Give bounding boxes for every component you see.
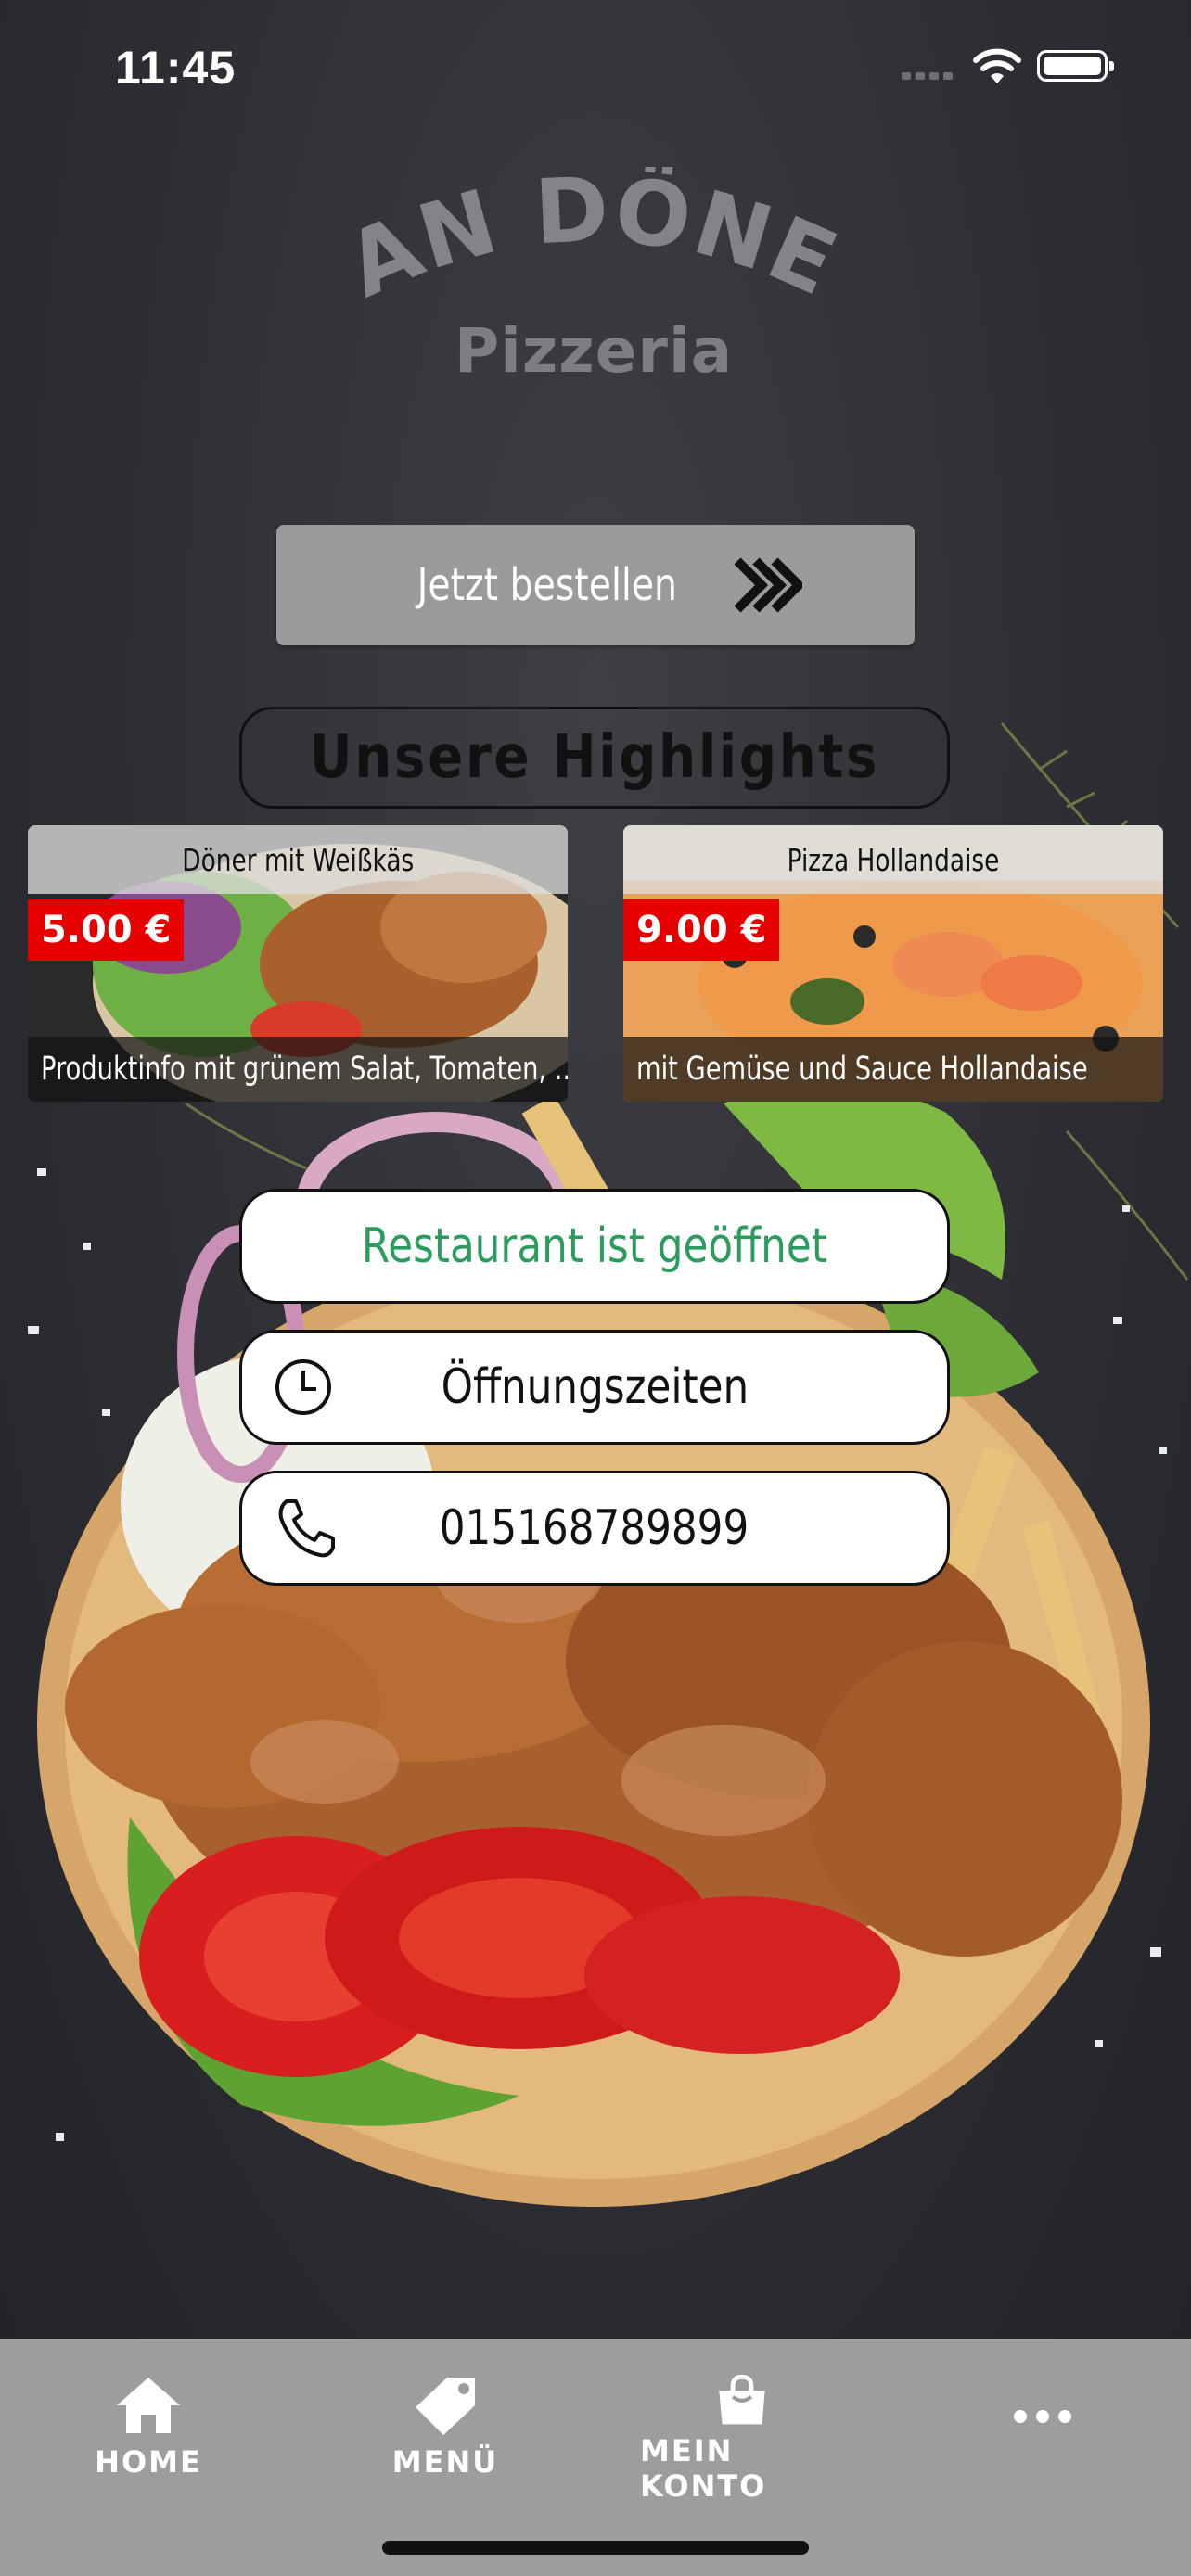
tab-more[interactable] [941,2374,1145,2504]
highlight-description: mit Gemüse und Sauce Hollandaise [623,1037,1163,1102]
home-indicator [382,2541,809,2555]
highlight-card-doner[interactable]: Döner mit Weißkäs 5.00 € Produktinfo mit… [28,825,568,1102]
tab-account-label: MEIN KONTO [640,2433,767,2504]
order-now-label: Jetzt bestellen [416,559,678,611]
open-status-badge: Restaurant ist geöffnet [239,1189,950,1304]
shopping-bag-icon [719,2374,765,2425]
highlight-description: Produktinfo mit grünem Salat, Tomaten, .… [28,1037,568,1102]
highlight-title: Pizza Hollandaise [623,825,1163,894]
phone-icon [278,1499,335,1558]
status-bar: 11:45 [0,0,1191,130]
clock-icon [275,1359,331,1415]
tab-menu[interactable]: MENÜ [343,2374,547,2504]
highlight-card-pizza[interactable]: Pizza Hollandaise 9.00 € mit Gemüse und … [623,825,1163,1102]
tab-menu-label: MENÜ [391,2444,499,2480]
phone-button[interactable]: 015168789899 [239,1471,950,1586]
price-badge: 5.00 € [28,899,185,961]
opening-hours-button[interactable]: Öffnungszeiten [239,1330,950,1445]
phone-number: 015168789899 [440,1500,749,1556]
brand-subtitle: Pizzeria [454,315,734,387]
status-time: 11:45 [115,42,237,94]
price-badge: 9.00 € [623,899,780,961]
home-icon [117,2378,180,2433]
wifi-icon [973,48,1021,83]
restaurant-logo: CAN DÖNER Pizzeria [343,167,844,399]
highlights-heading: Unsere Highlights [239,707,950,809]
highlight-title: Döner mit Weißkäs [28,825,568,894]
tab-account[interactable]: MEIN KONTO [640,2374,844,2504]
brand-name: CAN DÖNER [343,167,844,318]
tag-icon [416,2378,475,2435]
opening-hours-label: Öffnungszeiten [441,1359,749,1415]
signal-icon [902,72,953,80]
open-status-label: Restaurant ist geöffnet [361,1218,828,1274]
svg-text:CAN DÖNER: CAN DÖNER [343,167,844,318]
battery-icon [1037,50,1114,82]
double-chevron-right-icon [734,557,802,613]
tab-home[interactable]: HOME [46,2374,250,2504]
more-icon [1014,2410,1071,2423]
order-now-button[interactable]: Jetzt bestellen [276,525,915,645]
highlights-heading-label: Unsere Highlights [309,723,880,792]
tab-home-label: HOME [95,2444,202,2480]
